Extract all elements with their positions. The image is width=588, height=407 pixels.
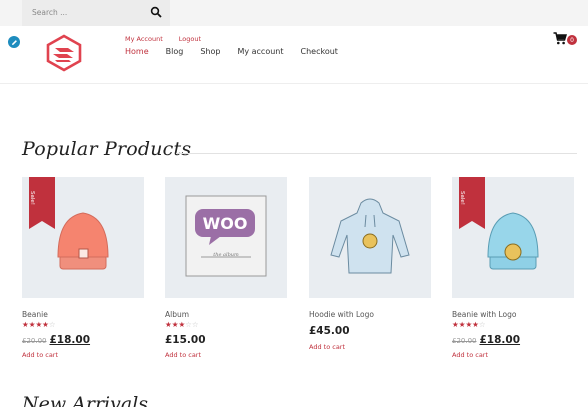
search-box <box>22 0 170 26</box>
sale-price: £18.00 <box>49 334 91 346</box>
product-card-beanie-with-logo: Sale! Beanie with Logo ★★★★☆ £20.00 £18.0… <box>452 177 574 359</box>
nav-blog[interactable]: Blog <box>166 47 184 56</box>
product-image[interactable]: Sale! <box>452 177 574 298</box>
main-nav: Home Blog Shop My account Checkout <box>125 47 355 56</box>
product-card-album: WOO the album Album ★★★☆☆ £15.00 Add to … <box>165 177 287 359</box>
nav-my-account[interactable]: My account <box>237 47 283 56</box>
section-title: New Arrivals <box>22 393 149 407</box>
add-to-cart-button[interactable]: Add to cart <box>452 351 574 359</box>
album-image: WOO the album <box>185 195 267 277</box>
product-name[interactable]: Beanie <box>22 310 144 320</box>
edit-pencil-icon[interactable] <box>8 36 20 48</box>
product-image[interactable] <box>309 177 431 298</box>
cart-icon[interactable] <box>553 32 567 45</box>
search-icon[interactable] <box>150 6 162 18</box>
sale-ribbon-label: Sale! <box>459 191 465 205</box>
add-to-cart-button[interactable]: Add to cart <box>309 343 431 351</box>
product-name[interactable]: Album <box>165 310 287 320</box>
old-price: £20.00 <box>22 337 47 345</box>
old-price: £20.00 <box>452 337 477 345</box>
product-price: £45.00 <box>309 325 350 337</box>
product-rating: ★★★☆☆ <box>165 320 199 329</box>
product-price: £20.00 £18.00 <box>452 333 574 347</box>
add-to-cart-button[interactable]: Add to cart <box>22 351 144 359</box>
cart-count-badge: 0 <box>567 35 577 45</box>
logout-link[interactable]: Logout <box>179 35 201 43</box>
nav-checkout[interactable]: Checkout <box>301 47 338 56</box>
product-price: £15.00 <box>165 334 206 346</box>
nav-shop[interactable]: Shop <box>200 47 220 56</box>
product-image[interactable]: Sale! <box>22 177 144 298</box>
sale-price: £18.00 <box>479 334 521 346</box>
product-card-beanie: Sale! Beanie ★★★★☆ £20.00 £18.00 Add to c… <box>22 177 144 359</box>
add-to-cart-button[interactable]: Add to cart <box>165 351 287 359</box>
my-account-link[interactable]: My Account <box>125 35 163 43</box>
hoodie-image <box>330 198 410 274</box>
product-name[interactable]: Beanie with Logo <box>452 310 574 320</box>
section-title: Popular Products <box>22 138 192 160</box>
product-rating: ★★★★☆ <box>22 320 56 329</box>
search-input[interactable] <box>32 4 150 20</box>
nav-home[interactable]: Home <box>125 47 149 56</box>
account-links: My Account Logout <box>125 35 217 43</box>
svg-text:WOO: WOO <box>203 214 248 233</box>
top-bar <box>0 0 588 26</box>
svg-text:the album: the album <box>213 252 239 258</box>
product-image[interactable]: WOO the album <box>165 177 287 298</box>
sale-ribbon-label: Sale! <box>29 191 35 205</box>
product-rating: ★★★★☆ <box>452 320 486 329</box>
product-price: £20.00 £18.00 <box>22 333 144 347</box>
section-divider <box>176 153 577 154</box>
product-name[interactable]: Hoodie with Logo <box>309 310 431 320</box>
site-header: My Account Logout Home Blog Shop My accou… <box>0 26 588 84</box>
product-card-hoodie: Hoodie with Logo £45.00 Add to cart <box>309 177 431 351</box>
site-logo[interactable] <box>38 34 90 72</box>
